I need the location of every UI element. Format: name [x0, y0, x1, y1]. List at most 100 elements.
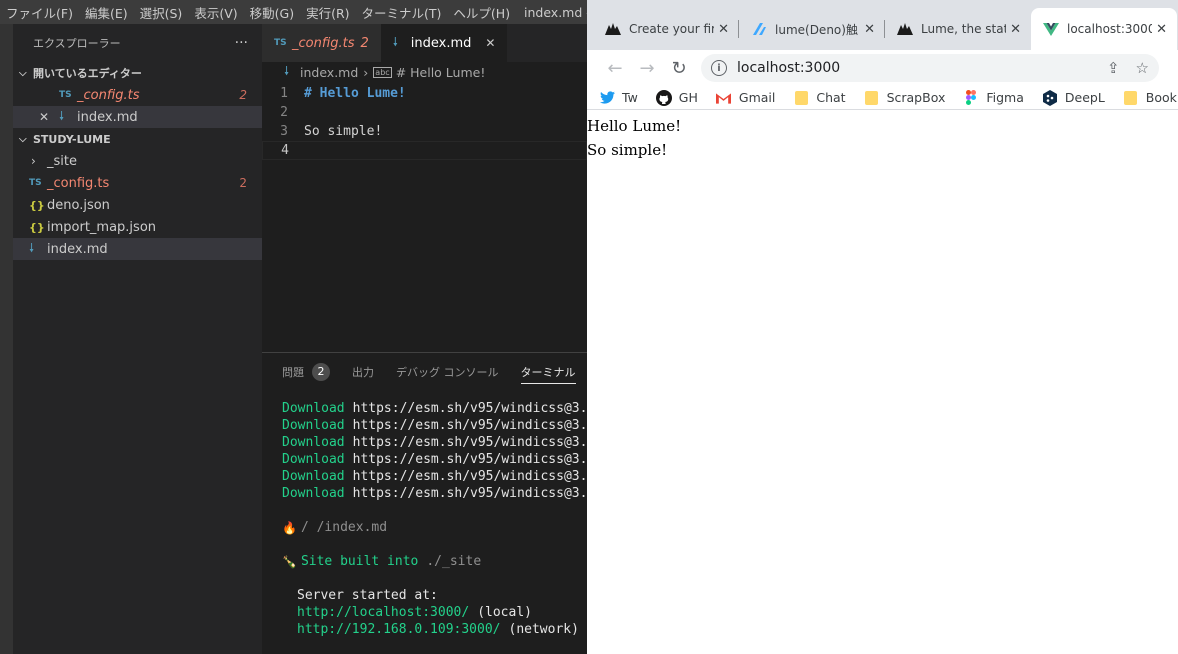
markdown-file-icon: 🠗 [392, 34, 398, 49]
download-word: Download [282, 452, 345, 467]
close-tab-icon[interactable]: ✕ [718, 22, 729, 37]
tab-debug-console[interactable]: デバッグ コンソール [396, 364, 499, 380]
tab-output[interactable]: 出力 [352, 364, 374, 380]
open-editors-section[interactable]: ⌵ 開いているエディター [13, 62, 262, 84]
menu-terminal[interactable]: ターミナル(T) [356, 3, 448, 22]
breadcrumb-separator: › [363, 64, 369, 80]
address-bar[interactable]: i localhost:3000 ⇪ ☆ [701, 54, 1159, 82]
bookmark-twitter[interactable]: Tw [599, 90, 638, 106]
terminal-download-line: Download https://esm.sh/v95/windicss@3.5.… [282, 434, 587, 451]
browser-window: Create your firs ✕ lume(Deno)触っ ✕ Lume, … [587, 0, 1178, 654]
bookmark-scrapbox[interactable]: ScrapBox [864, 90, 945, 106]
broom-icon: 🍾 [282, 554, 297, 569]
menu-view[interactable]: 表示(V) [188, 3, 243, 22]
chevron-right-icon: › [31, 154, 36, 168]
code-editor[interactable]: 1 # Hello Lume! 2 3 So simple! 4 [262, 82, 587, 160]
menu-help[interactable]: ヘルプ(H) [447, 3, 516, 22]
lume-logo-icon [897, 23, 913, 35]
bookmark-chat[interactable]: Chat [793, 90, 846, 106]
download-url: https://esm.sh/v95/windicss@3.5.6/t [352, 452, 587, 467]
bookmark-figma[interactable]: Figma [963, 90, 1024, 106]
chevron-down-icon: ⌵ [19, 67, 27, 79]
menu-run[interactable]: 実行(R) [300, 3, 355, 22]
figma-icon [963, 90, 979, 106]
share-icon[interactable]: ⇪ [1107, 59, 1120, 77]
editor-tab-config[interactable]: TS _config.ts 2 [262, 24, 381, 62]
tree-item-index-md[interactable]: 🠗 index.md [13, 238, 262, 260]
menu-go[interactable]: 移動(G) [244, 3, 300, 22]
breadcrumb: 🠗 index.md › abc # Hello Lume! [262, 62, 587, 82]
browser-tab[interactable]: Lume, the static ✕ [885, 8, 1031, 50]
more-actions-icon[interactable]: ··· [235, 35, 248, 51]
site-info-icon[interactable]: i [711, 60, 727, 76]
menu-file[interactable]: ファイル(F) [0, 3, 79, 22]
panel-tabs: 問題 2 出力 デバッグ コンソール ターミナル [262, 353, 587, 391]
tree-item-site-folder[interactable]: › _site [13, 150, 262, 172]
download-word: Download [282, 435, 345, 450]
bookmark-bookmarklet[interactable]: Bookmarklet [1123, 90, 1178, 106]
close-icon[interactable]: ✕ [39, 110, 59, 124]
bookmark-github[interactable]: GH [655, 89, 698, 106]
bookmark-deepl[interactable]: DeepL [1042, 89, 1105, 106]
forward-arrow-icon[interactable]: → [631, 52, 663, 84]
editor-area: TS _config.ts 2 🠗 index.md ✕ 🠗 index.md … [262, 24, 587, 352]
gmail-icon [716, 90, 732, 106]
menu-edit[interactable]: 編集(E) [79, 3, 134, 22]
browser-tab[interactable]: Create your firs ✕ [593, 8, 739, 50]
menu-selection[interactable]: 選択(S) [134, 3, 189, 22]
open-editor-index[interactable]: ✕ 🠗 index.md [13, 106, 262, 128]
close-tab-icon[interactable]: ✕ [1010, 22, 1021, 37]
url-text: localhost:3000 [737, 60, 841, 76]
bottom-panel: 問題 2 出力 デバッグ コンソール ターミナル Download https:/… [262, 352, 587, 654]
tree-item-config[interactable]: TS _config.ts 2 [13, 172, 262, 194]
browser-tab[interactable]: lume(Deno)触っ ✕ [739, 8, 885, 50]
terminal-output[interactable]: Download https://esm.sh/v95/windicss@3.5.… [262, 391, 587, 638]
tab-title: localhost:3000 [1067, 22, 1153, 36]
line-text: So simple! [304, 124, 383, 139]
open-editor-config[interactable]: TS _config.ts 2 [13, 84, 262, 106]
line-number: 2 [280, 105, 288, 120]
download-word: Download [282, 418, 345, 433]
tree-item-deno-json[interactable]: {} deno.json [13, 194, 262, 216]
browser-tab-strip: Create your firs ✕ lume(Deno)触っ ✕ Lume, … [587, 0, 1178, 50]
server-started-text: Server started at: [297, 588, 438, 603]
markdown-file-icon: 🠗 [29, 240, 35, 255]
typescript-file-icon: TS [274, 38, 287, 48]
bookmark-label: Gmail [738, 90, 776, 105]
browser-tab-active[interactable]: localhost:3000 ✕ [1031, 8, 1177, 50]
problem-count: 2 [239, 88, 247, 102]
typescript-file-icon: TS [29, 178, 42, 188]
fire-icon: 🔥 [282, 520, 297, 535]
menu-bar: ファイル(F) 編集(E) 選択(S) 表示(V) 移動(G) 実行(R) ター… [0, 0, 603, 24]
local-url-link[interactable]: http://localhost:3000/ [297, 605, 469, 620]
project-section[interactable]: ⌵ STUDY-LUME [13, 128, 262, 150]
file-name: import_map.json [47, 219, 157, 235]
tab-terminal[interactable]: ターミナル [520, 364, 576, 384]
line-number: 4 [281, 143, 289, 158]
editor-tabs: TS _config.ts 2 🠗 index.md ✕ [262, 24, 587, 62]
markdown-file-icon: 🠗 [59, 108, 65, 123]
reload-icon[interactable]: ↻ [663, 52, 695, 84]
file-name: _config.ts [47, 175, 110, 191]
network-label: (network) [508, 622, 579, 637]
project-label: STUDY-LUME [33, 132, 111, 146]
close-icon[interactable]: ✕ [485, 36, 495, 50]
tab-problems[interactable]: 問題 2 [282, 363, 330, 381]
download-url: https://esm.sh/v95/windicss@3.5.6/t [352, 418, 587, 433]
json-file-icon: {} [29, 220, 45, 234]
tree-item-import-map[interactable]: {} import_map.json [13, 216, 262, 238]
bookmarks-bar: Tw GH Gmail Chat ScrapBox Figma DeepL Bo… [587, 86, 1178, 110]
network-url-link[interactable]: http://192.168.0.109:3000/ [297, 622, 501, 637]
close-tab-icon[interactable]: ✕ [1156, 22, 1167, 37]
bookmark-gmail[interactable]: Gmail [716, 90, 775, 106]
breadcrumb-file[interactable]: index.md [300, 65, 358, 80]
lume-logo-icon [605, 23, 621, 35]
download-word: Download [282, 486, 345, 501]
editor-tab-index[interactable]: 🠗 index.md ✕ [380, 24, 508, 62]
star-icon[interactable]: ☆ [1136, 59, 1149, 77]
bookmark-label: Bookmarklet [1145, 90, 1178, 105]
close-tab-icon[interactable]: ✕ [864, 22, 875, 37]
breadcrumb-symbol[interactable]: # Hello Lume! [396, 65, 486, 80]
back-arrow-icon[interactable]: ← [599, 52, 631, 84]
chevron-down-icon: ⌵ [19, 133, 27, 145]
